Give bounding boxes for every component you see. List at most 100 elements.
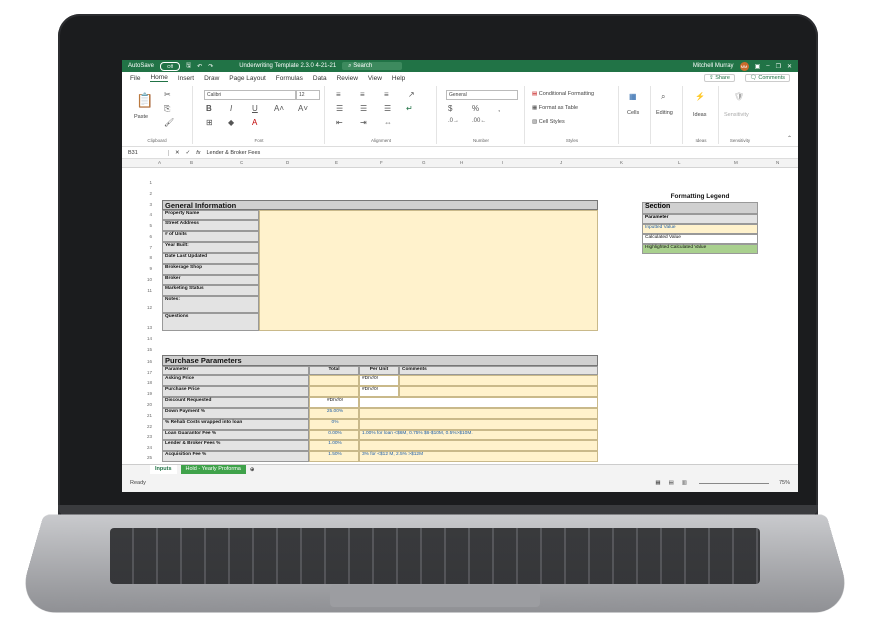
column-i[interactable]: I [502, 160, 503, 165]
purchase-parameters-header[interactable]: Purchase Parameters [162, 355, 598, 366]
zoom-slider[interactable] [698, 482, 769, 484]
ribbon-display-icon[interactable]: ▣ [755, 63, 761, 70]
column-e[interactable]: E [335, 160, 338, 165]
add-sheet-icon[interactable]: ⊕ [250, 467, 255, 473]
cells-icon[interactable]: ▦ [629, 92, 637, 101]
tab-help[interactable]: Help [392, 75, 405, 82]
row-number[interactable]: 12 [122, 305, 152, 310]
general-info-input-area[interactable] [259, 210, 598, 331]
find-icon[interactable]: ⌕ [661, 92, 665, 102]
row-number[interactable]: 5 [122, 223, 152, 228]
param-discount-requested[interactable]: Discount Requested [162, 397, 309, 408]
per-unit-header[interactable]: Per Unit [359, 366, 399, 375]
field-units[interactable]: # of Units [162, 231, 259, 242]
asking-price-per-unit[interactable]: #DIV/0! [359, 375, 399, 386]
decrease-decimal-icon[interactable]: .00← [472, 118, 486, 124]
field-notes[interactable]: Notes: [162, 296, 259, 313]
param-lender-broker-fees[interactable]: Lender & Broker Fees % [162, 440, 309, 451]
purchase-price-per-unit[interactable]: #DIV/0! [359, 386, 399, 397]
sensitivity-icon[interactable]: 🛡 [734, 92, 744, 101]
column-j[interactable]: J [560, 160, 562, 165]
field-broker[interactable]: Broker [162, 275, 259, 285]
column-l[interactable]: L [678, 160, 681, 165]
column-n[interactable]: N [776, 160, 779, 165]
field-date-last-updated[interactable]: Date Last Updated [162, 253, 259, 264]
wrap-text-icon[interactable]: ↵ [406, 104, 413, 113]
cut-icon[interactable]: ✂ [164, 90, 171, 99]
param-header[interactable]: Parameter [162, 366, 309, 375]
search-box[interactable]: ⌕ Search [342, 62, 403, 70]
tab-formulas[interactable]: Formulas [276, 75, 303, 82]
align-right-icon[interactable]: ☰ [384, 104, 391, 113]
page-break-icon[interactable]: ▥ [682, 480, 687, 486]
copy-icon[interactable]: ⎘ [164, 104, 170, 114]
row-number[interactable]: 22 [122, 424, 152, 429]
field-year-built[interactable]: Year Built: [162, 242, 259, 253]
format-painter-icon[interactable]: 🖌 [164, 118, 174, 127]
paste-label[interactable]: Paste [134, 114, 148, 120]
conditional-formatting-button[interactable]: ▤ Conditional Formatting [532, 91, 594, 97]
tab-data[interactable]: Data [313, 75, 327, 82]
acquisition-fee-comment[interactable]: 3% for <$12 M, 2.5% >$12M [359, 451, 598, 462]
param-purchase-price[interactable]: Purchase Price [162, 386, 309, 397]
user-name[interactable]: Mitchell Murray [693, 63, 734, 69]
redo-icon[interactable]: ↷ [208, 63, 213, 70]
row-number[interactable]: 8 [122, 255, 152, 260]
cell-styles-button[interactable]: ▧ Cell Styles [532, 119, 565, 125]
paste-icon[interactable]: 📋 [136, 92, 153, 109]
document-title[interactable]: Underwriting Template 2.3.0 4-21-21 [239, 63, 336, 69]
row-number[interactable]: 21 [122, 413, 152, 418]
loan-guarantor-fee-total[interactable]: 0.00% [309, 430, 359, 440]
name-box[interactable]: B31 [128, 149, 169, 156]
param-rehab-costs[interactable]: % Rehab Costs wrapped into loan [162, 419, 309, 430]
param-down-payment[interactable]: Down Payment % [162, 408, 309, 419]
param-loan-guarantor-fee[interactable]: Loan Guarantor Fee % [162, 430, 309, 440]
comments-header[interactable]: Comments [399, 366, 598, 375]
column-k[interactable]: K [620, 160, 623, 165]
align-left-icon[interactable]: ☰ [336, 104, 343, 113]
row-number[interactable]: 17 [122, 370, 152, 375]
row-number[interactable]: 2 [122, 191, 152, 196]
undo-icon[interactable]: ↶ [197, 63, 202, 70]
total-header[interactable]: Total [309, 366, 359, 375]
acquisition-fee-total[interactable]: 1.50% [309, 451, 359, 462]
italic-icon[interactable]: I [230, 104, 232, 113]
comma-icon[interactable]: , [498, 104, 500, 113]
row-number[interactable]: 25 [122, 455, 152, 460]
sensitivity-label[interactable]: Sensitivity [724, 112, 749, 118]
down-payment-comment[interactable] [359, 408, 598, 419]
formula-input[interactable]: Lender & Broker Fees [207, 150, 261, 156]
param-acquisition-fee[interactable]: Acquisition Fee % [162, 451, 309, 462]
asking-price-comment[interactable] [399, 375, 598, 386]
column-f[interactable]: F [380, 160, 383, 165]
legend-highlighted[interactable]: Highlighted Calculated Value [642, 244, 758, 254]
function-icon[interactable]: fx [196, 150, 200, 156]
align-middle-icon[interactable]: ≡ [360, 90, 365, 99]
minimize-icon[interactable]: – [766, 63, 769, 69]
increase-indent-icon[interactable]: ⇥ [360, 118, 367, 127]
merge-center-icon[interactable]: ⇔ [384, 118, 392, 127]
column-m[interactable]: M [734, 160, 738, 165]
row-number[interactable]: 6 [122, 234, 152, 239]
lender-broker-fees-comment[interactable] [359, 440, 598, 451]
save-icon[interactable]: 🖫 [186, 61, 191, 71]
format-as-table-button[interactable]: ▦ Format as Table [532, 105, 578, 111]
discount-requested-comment[interactable] [359, 397, 598, 408]
row-number[interactable]: 16 [122, 359, 152, 364]
underline-icon[interactable]: U [252, 104, 258, 113]
ideas-label[interactable]: Ideas [693, 112, 706, 118]
field-marketing-status[interactable]: Marketing Status [162, 285, 259, 296]
row-number[interactable]: 14 [122, 336, 152, 341]
align-center-icon[interactable]: ☰ [360, 104, 367, 113]
decrease-font-icon[interactable]: A˅ [298, 104, 308, 113]
rehab-costs-comment[interactable] [359, 419, 598, 430]
legend-section[interactable]: Section [642, 202, 758, 214]
general-information-header[interactable]: General Information [162, 200, 598, 210]
avatar[interactable]: MM [739, 61, 749, 71]
discount-requested-total[interactable]: #DIV/0! [309, 397, 359, 408]
param-asking-price[interactable]: Asking Price [162, 375, 309, 386]
bold-icon[interactable]: B [206, 104, 212, 113]
sheet-tab-inputs[interactable]: Inputs [150, 464, 177, 475]
row-number[interactable]: 24 [122, 445, 152, 450]
row-number[interactable]: 9 [122, 266, 152, 271]
